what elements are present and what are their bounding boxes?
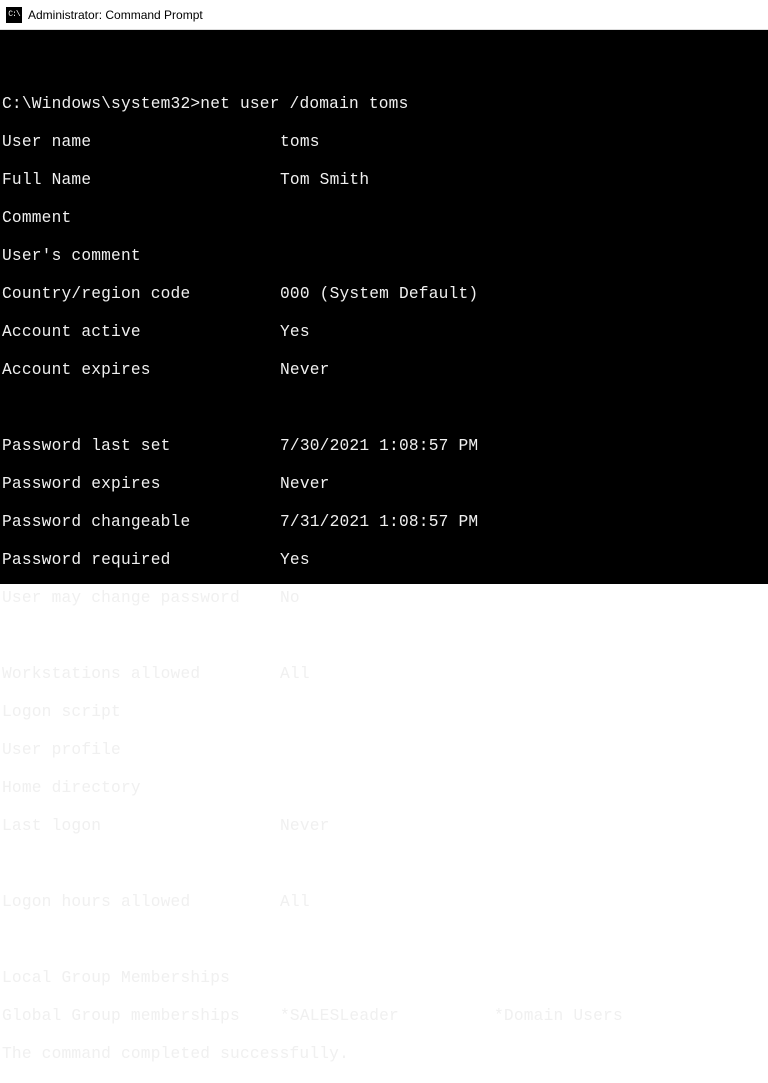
field-user-profile: User profile bbox=[2, 741, 768, 760]
field-logon-script: Logon script bbox=[2, 703, 768, 722]
field-global-group-memberships: Global Group memberships*SALESLeader*Dom… bbox=[2, 1007, 768, 1026]
field-password-required: Password requiredYes bbox=[2, 551, 768, 570]
field-full-name: Full NameTom Smith bbox=[2, 171, 768, 190]
global-group-2: *Domain Users bbox=[494, 1007, 623, 1025]
field-user-may-change-password: User may change passwordNo bbox=[2, 589, 768, 608]
field-comment: Comment bbox=[2, 209, 768, 228]
field-user-name: User nametoms bbox=[2, 133, 768, 152]
field-country-region: Country/region code000 (System Default) bbox=[2, 285, 768, 304]
field-home-directory: Home directory bbox=[2, 779, 768, 798]
cmd-icon: C:\ bbox=[6, 7, 22, 23]
field-logon-hours-allowed: Logon hours allowedAll bbox=[2, 893, 768, 912]
window-titlebar[interactable]: C:\ Administrator: Command Prompt bbox=[0, 0, 768, 30]
field-password-changeable: Password changeable7/31/2021 1:08:57 PM bbox=[2, 513, 768, 532]
field-last-logon: Last logonNever bbox=[2, 817, 768, 836]
field-account-expires: Account expiresNever bbox=[2, 361, 768, 380]
field-workstations-allowed: Workstations allowedAll bbox=[2, 665, 768, 684]
prompt-line: C:\Windows\system32>net user /domain tom… bbox=[2, 95, 768, 114]
field-account-active: Account activeYes bbox=[2, 323, 768, 342]
field-password-expires: Password expiresNever bbox=[2, 475, 768, 494]
field-password-last-set: Password last set7/30/2021 1:08:57 PM bbox=[2, 437, 768, 456]
global-group-1: *SALESLeader bbox=[280, 1007, 494, 1026]
console-output[interactable]: C:\Windows\system32>net user /domain tom… bbox=[0, 30, 768, 584]
prompt-command: net user /domain toms bbox=[200, 95, 408, 113]
prompt-path: C:\Windows\system32> bbox=[2, 95, 200, 113]
field-users-comment: User's comment bbox=[2, 247, 768, 266]
window-title: Administrator: Command Prompt bbox=[28, 8, 203, 22]
field-local-group-memberships: Local Group Memberships bbox=[2, 969, 768, 988]
completion-message: The command completed successfully. bbox=[2, 1045, 768, 1064]
